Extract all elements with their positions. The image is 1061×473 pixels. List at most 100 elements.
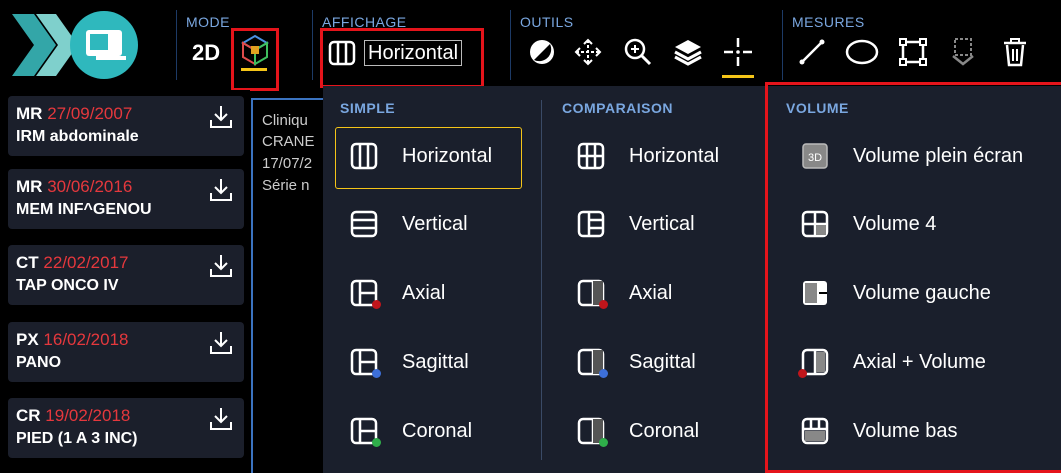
layout-option-comparaison[interactable]: Vertical — [577, 194, 695, 254]
highlight-affichage — [320, 28, 484, 88]
download-icon[interactable] — [208, 253, 234, 279]
study-date: 22/02/2017 — [43, 253, 129, 272]
zoom-in-icon — [624, 38, 652, 66]
layout-option-simple[interactable]: Axial — [350, 263, 445, 323]
download-icon[interactable] — [208, 406, 234, 432]
pan-tool-button[interactable] — [570, 34, 606, 70]
plane-dot-icon — [372, 438, 381, 447]
top-toolbar: MODE 2D AFFICHAGE Horizontal OUTILS MESU… — [0, 0, 1061, 91]
study-description: PIED (1 A 3 INC) — [16, 430, 138, 447]
study-description: IRM abdominale — [16, 128, 139, 145]
volume-3d-icon: 3D — [801, 142, 829, 170]
image-viewport[interactable]: Cliniqu CRANE 17/07/2 Série n — [251, 98, 331, 473]
compare-grid-icon — [577, 142, 605, 170]
study-header: PX 16/02/2018 — [16, 330, 129, 350]
layers-tool-button[interactable] — [670, 34, 706, 70]
columns-3-icon — [350, 142, 378, 170]
highlight-mode-3d — [231, 28, 279, 91]
layers-icon — [674, 40, 702, 66]
study-header: MR 30/06/2016 — [16, 177, 132, 197]
layout-option-simple[interactable]: Sagittal — [350, 332, 469, 392]
layout-option-label: Axial — [629, 281, 673, 304]
ellipse-measure-button[interactable] — [844, 34, 880, 70]
volume-left-icon — [801, 279, 829, 307]
study-card[interactable]: MR 27/09/2007 IRM abdominale — [8, 96, 244, 156]
layout-option-label: Coronal — [629, 419, 700, 442]
study-card[interactable]: CT 22/02/2017 TAP ONCO IV — [8, 245, 244, 305]
rectangle-measure-button[interactable] — [895, 34, 931, 70]
study-header: CR 19/02/2018 — [16, 406, 130, 426]
study-modality: CR — [16, 406, 41, 425]
layout-option-comparaison[interactable]: Coronal — [577, 401, 699, 461]
study-description: TAP ONCO IV — [16, 277, 119, 294]
layout-option-label: Coronal — [402, 419, 473, 442]
layout-option-volume[interactable]: Volume 4 — [801, 194, 936, 254]
line-measure-icon — [799, 39, 825, 65]
study-header: CT 22/02/2017 — [16, 253, 129, 273]
axial-volume-icon — [798, 348, 829, 378]
study-modality: MR — [16, 104, 43, 123]
viewport-info-line: Cliniqu — [262, 112, 308, 129]
download-icon[interactable] — [208, 177, 234, 203]
layout-option-label: Volume plein écran — [853, 144, 1024, 167]
layout-option-label: Vertical — [629, 212, 695, 235]
layout-option-volume[interactable]: 3D Volume plein écran — [801, 126, 1023, 186]
comparaison-heading: COMPARAISON — [562, 100, 674, 116]
compare-axial-icon — [577, 279, 608, 309]
study-modality: PX — [16, 330, 39, 349]
delete-measure-button[interactable] — [997, 34, 1033, 70]
study-date: 30/06/2016 — [47, 177, 133, 196]
layout-option-volume[interactable]: Volume gauche — [801, 263, 991, 323]
plane-dot-icon — [599, 438, 608, 447]
layout-option-comparaison[interactable]: Sagittal — [577, 332, 696, 392]
viewport-info-line: Série n — [262, 177, 310, 194]
download-area-icon — [952, 38, 974, 66]
crosshair-icon — [724, 38, 752, 66]
separator — [510, 10, 511, 80]
layout-option-label: Axial + Volume — [853, 350, 986, 373]
app-logo — [0, 0, 160, 90]
layout-option-volume[interactable]: Volume bas — [801, 401, 958, 461]
study-description: MEM INF^GENOU — [16, 201, 152, 218]
mode-2d-button[interactable]: 2D — [192, 40, 220, 66]
study-card[interactable]: MR 30/06/2016 MEM INF^GENOU — [8, 169, 244, 229]
ellipse-icon — [845, 39, 879, 65]
study-date: 16/02/2018 — [43, 330, 129, 349]
crosshair-tool-button[interactable] — [720, 34, 756, 70]
contrast-icon — [530, 40, 554, 64]
download-icon[interactable] — [208, 330, 234, 356]
export-measure-button[interactable] — [945, 34, 981, 70]
rectangle-icon — [899, 38, 927, 66]
study-date: 19/02/2018 — [45, 406, 131, 425]
layout-option-simple[interactable]: Vertical — [350, 194, 468, 254]
plane-dot-icon — [599, 369, 608, 378]
viewport-info-line: CRANE — [262, 133, 315, 150]
study-card[interactable]: PX 16/02/2018 PANO — [8, 322, 244, 382]
trash-icon — [1004, 38, 1026, 67]
layout-option-label: Axial — [402, 281, 446, 304]
separator — [782, 10, 783, 80]
svg-text:3D: 3D — [808, 152, 822, 164]
coronal-layout-icon — [350, 417, 381, 447]
layout-option-label: Vertical — [402, 212, 468, 235]
sagittal-layout-icon — [350, 348, 381, 378]
layout-option-label: Volume 4 — [853, 212, 937, 235]
download-icon[interactable] — [208, 104, 234, 130]
zoom-tool-button[interactable] — [620, 34, 656, 70]
simple-heading: SIMPLE — [340, 100, 396, 116]
plane-dot-icon — [599, 300, 608, 309]
viewport-info-line: 17/07/2 — [262, 155, 313, 172]
plane-dot-icon — [372, 300, 381, 309]
layout-option-simple[interactable]: Coronal — [350, 401, 472, 461]
layout-option-label: Horizontal — [402, 144, 493, 167]
layout-option-volume[interactable]: Axial + Volume — [798, 332, 986, 392]
layout-option-label: Volume gauche — [853, 281, 991, 304]
study-card[interactable]: CR 19/02/2018 PIED (1 A 3 INC) — [8, 398, 244, 458]
layout-option-comparaison[interactable]: Axial — [577, 263, 672, 323]
layout-option-comparaison[interactable]: Horizontal — [577, 126, 719, 186]
contrast-tool-button[interactable] — [524, 34, 560, 70]
layout-option-simple[interactable]: Horizontal — [350, 126, 492, 186]
column-separator — [541, 100, 542, 460]
line-measure-button[interactable] — [794, 34, 830, 70]
volume-bottom-icon — [801, 417, 829, 445]
